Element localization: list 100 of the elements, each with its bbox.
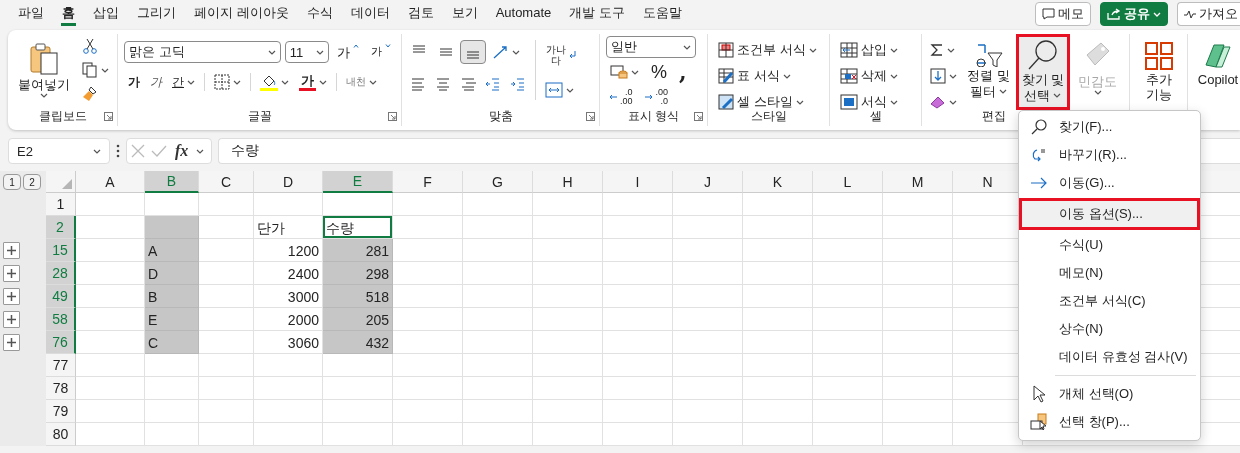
font-color-button[interactable]: 가 [295, 70, 331, 94]
caret-icon [40, 93, 48, 98]
search-icon [1031, 119, 1047, 135]
caret-icon [369, 79, 377, 85]
share-icon [1107, 8, 1121, 20]
expand-button[interactable] [3, 334, 20, 351]
wrap-text-button[interactable]: 가나다 [541, 40, 581, 70]
row-header[interactable]: 80 [46, 423, 76, 446]
ribbon-tab[interactable]: 그리기 [136, 2, 177, 26]
menu-item[interactable]: 찾기(F)... [1019, 113, 1200, 141]
ribbon-tab[interactable]: 파일 [17, 2, 45, 26]
ribbon-tab[interactable]: Automate [494, 2, 553, 26]
font-name-field[interactable]: 맑은 고딕 [124, 41, 281, 63]
fill-down-icon [930, 68, 946, 84]
caret-icon [890, 73, 898, 79]
decrease-font-size-button[interactable]: 가 [367, 40, 395, 64]
outline-level-button[interactable]: 2 [23, 174, 41, 190]
caret-icon [949, 99, 957, 105]
outline-level-button[interactable]: 1 [3, 174, 21, 190]
column-header[interactable]: I [603, 171, 673, 193]
italic-button[interactable]: 가 [146, 70, 166, 94]
column-header[interactable]: J [673, 171, 743, 193]
select-all-corner[interactable] [46, 171, 76, 193]
import-button[interactable]: 가져오 [1177, 2, 1240, 26]
paint-bucket-icon [260, 73, 278, 91]
name-box[interactable]: E2 [8, 138, 110, 164]
ribbon-tab[interactable]: 검토 [406, 2, 435, 26]
caret-icon [1093, 90, 1102, 95]
vertical-align-button[interactable] [460, 40, 486, 64]
conditional-formatting-button[interactable]: 조건부 서식 [714, 38, 823, 62]
font-size-field[interactable]: 11 [284, 41, 329, 63]
menu-item[interactable]: 상수(N) [1019, 315, 1200, 343]
caret-icon [631, 69, 639, 75]
phonetic-guide-button[interactable]: 내천 [342, 70, 381, 94]
share-button[interactable]: 공유 [1100, 2, 1168, 26]
underline-button[interactable]: 간 [168, 70, 199, 94]
column-header[interactable]: D [254, 171, 323, 193]
delete-cells-button[interactable]: 삭제 [836, 64, 915, 88]
menu-item[interactable]: 이동 옵션(S)... [1019, 198, 1200, 230]
insert-cells-button[interactable]: 삽입 [836, 38, 915, 62]
menu-item[interactable]: 개체 선택(O) [1019, 380, 1200, 408]
expand-button[interactable] [3, 265, 20, 282]
comments-button[interactable]: 메모 [1035, 2, 1091, 26]
row-header[interactable]: 78 [46, 377, 76, 400]
column-header[interactable]: A [76, 171, 145, 193]
menu-item[interactable]: 수식(U) [1019, 231, 1200, 259]
insert-function-button[interactable]: fx [173, 139, 191, 163]
row-header[interactable]: 79 [46, 400, 76, 423]
align-lines-icon [410, 76, 426, 92]
bold-button[interactable]: 가 [124, 70, 144, 94]
column-header[interactable]: C [199, 171, 254, 193]
expand-button[interactable] [3, 288, 20, 305]
expand-button[interactable] [3, 242, 20, 259]
add-ins-button[interactable]: 추가 기능 [1139, 38, 1178, 105]
expand-button[interactable] [3, 311, 20, 328]
select-all-icon [62, 179, 72, 189]
copilot-button[interactable]: Copilot [1193, 38, 1240, 90]
column-header[interactable]: L [813, 171, 883, 193]
caret-icon [281, 79, 289, 85]
plus-icon [7, 246, 16, 255]
ribbon-tab[interactable]: 페이지 레이아웃 [193, 2, 290, 26]
find-select-button[interactable]: 찾기 및 선택 [1015, 34, 1071, 110]
row-header[interactable]: 28 [46, 262, 76, 285]
caret-icon [998, 89, 1007, 94]
row-header[interactable]: 58 [46, 308, 76, 331]
row-header[interactable]: 2 [46, 216, 76, 239]
insert-cells-icon [840, 42, 858, 58]
menu-item[interactable]: 메모(N) [1019, 259, 1200, 287]
increase-decimal-button[interactable]: .0 .00 [606, 86, 636, 108]
dialog-launcher-icon [694, 111, 703, 121]
column-header[interactable]: F [393, 171, 463, 193]
column-header[interactable]: G [463, 171, 533, 193]
ribbon-tab[interactable]: 보기 [450, 2, 479, 26]
row-header[interactable]: 49 [46, 285, 76, 308]
decrease-decimal-button[interactable]: .00 .0 [641, 86, 672, 108]
ribbon-tab[interactable]: 홈 [61, 2, 76, 26]
menu-item[interactable]: 조건부 서식(C) [1019, 287, 1200, 315]
number-format-field[interactable]: 일반 [606, 36, 696, 58]
ribbon-tab[interactable]: 개발 도구 [568, 2, 626, 26]
column-header[interactable]: H [533, 171, 603, 193]
percent-button[interactable]: % [647, 60, 671, 84]
paste-button[interactable]: 붙여넣기 [14, 39, 74, 101]
table-cell: D [145, 262, 199, 285]
row-header[interactable]: 1 [46, 193, 76, 216]
row-header[interactable]: 77 [46, 354, 76, 377]
format-as-table-button[interactable]: 표 서식 [714, 64, 823, 88]
comma-style-button[interactable]: , [675, 60, 691, 84]
scissors-icon [82, 38, 98, 54]
menu-item[interactable]: 선택 창(P)... [1019, 408, 1200, 436]
ribbon-tab[interactable]: 수식 [305, 2, 334, 26]
menu-item[interactable]: 데이터 유효성 검사(V) [1019, 343, 1200, 371]
ribbon-tab[interactable]: 데이터 [349, 2, 391, 26]
ribbon-tab[interactable]: 도움말 [641, 2, 683, 26]
column-header[interactable]: K [743, 171, 813, 193]
ribbon-tab[interactable]: 삽입 [92, 2, 120, 26]
increase-font-size-button[interactable]: 가 [333, 40, 363, 64]
sort-filter-button[interactable]: 정렬 및 필터 [963, 38, 1014, 102]
align-lines-icon [460, 76, 476, 92]
column-header[interactable]: M [883, 171, 953, 193]
row-header[interactable]: 76 [46, 331, 76, 354]
